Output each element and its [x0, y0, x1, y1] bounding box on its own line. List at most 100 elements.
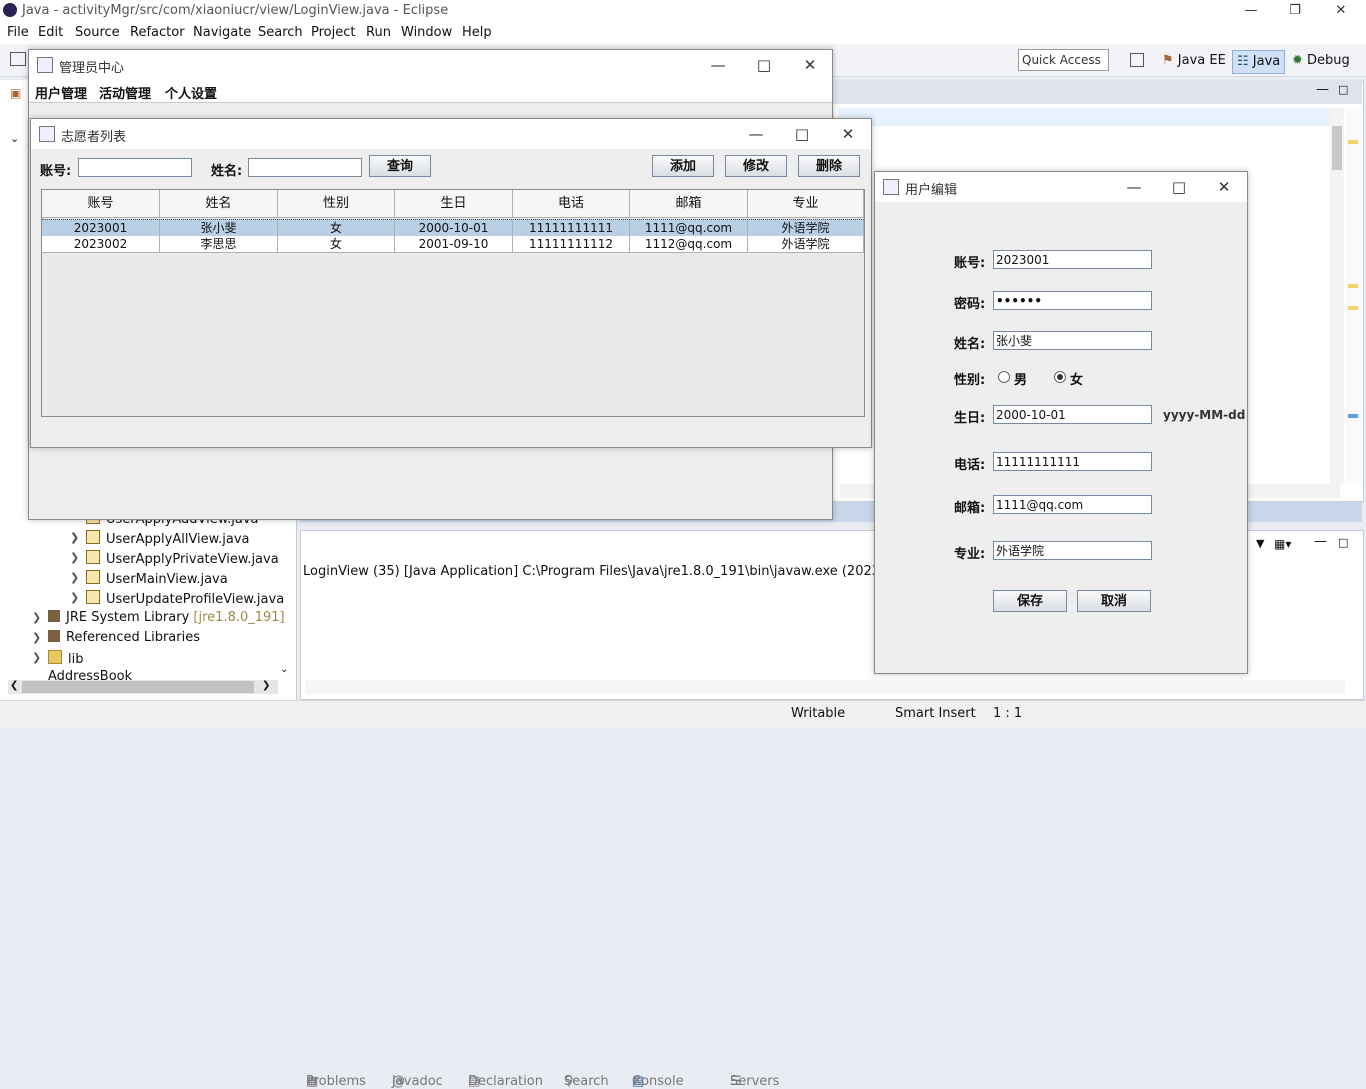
- column-header[interactable]: 电话: [513, 190, 630, 218]
- scroll-left-icon[interactable]: ❮: [10, 680, 18, 691]
- minimize-view-icon[interactable]: —: [1316, 82, 1329, 97]
- tree-expand-icon[interactable]: ❯: [32, 651, 41, 664]
- open-console-icon[interactable]: ▦▾: [1274, 537, 1291, 551]
- tree-referenced-libraries[interactable]: Referenced Libraries: [48, 630, 200, 645]
- close-button[interactable]: ✕: [825, 119, 871, 149]
- maximize-button[interactable]: □: [779, 119, 825, 149]
- quick-access-input[interactable]: Quick Access: [1018, 49, 1109, 71]
- minimize-button[interactable]: —: [1111, 172, 1157, 202]
- tree-expand-icon[interactable]: ❯: [32, 631, 41, 644]
- maximize-view-icon[interactable]: □: [1338, 536, 1348, 549]
- close-button[interactable]: ✕: [787, 50, 833, 80]
- collapse-chevron-icon[interactable]: ⌄: [10, 132, 19, 145]
- menu-help[interactable]: Help: [462, 25, 492, 40]
- save-button[interactable]: 保存: [993, 590, 1067, 612]
- tree-expand-icon[interactable]: ❯: [32, 611, 41, 624]
- add-button[interactable]: 添加: [652, 155, 714, 177]
- occurrence-marker[interactable]: [1348, 414, 1358, 418]
- menu-edit[interactable]: Edit: [38, 25, 63, 40]
- tree-lib-folder[interactable]: lib: [48, 650, 83, 667]
- scroll-right-icon[interactable]: ❯: [262, 680, 270, 691]
- column-header[interactable]: 账号: [42, 190, 160, 218]
- scroll-down-icon[interactable]: ⌄: [280, 664, 288, 675]
- menu-run[interactable]: Run: [366, 25, 391, 40]
- menu-refactor[interactable]: Refactor: [130, 25, 185, 40]
- gender-female-radio[interactable]: [1054, 371, 1066, 383]
- minimize-button[interactable]: —: [695, 50, 741, 80]
- menu-activity-management[interactable]: 活动管理: [99, 83, 151, 102]
- new-icon[interactable]: [10, 52, 26, 66]
- tree-expand-icon[interactable]: ❯: [70, 571, 79, 584]
- tab-label: Javadoc: [392, 1074, 443, 1089]
- perspective-java-ee[interactable]: ⚑ Java EE: [1158, 50, 1230, 72]
- table-row[interactable]: 2023002 李思思 女 2001-09-10 11111111112 111…: [42, 236, 864, 253]
- major-field[interactable]: 外语学院: [993, 541, 1152, 560]
- query-button[interactable]: 查询: [369, 155, 431, 177]
- name-field[interactable]: 张小斐: [993, 331, 1152, 350]
- edit-window-titlebar[interactable]: 用户编辑 — □ ✕: [875, 172, 1247, 202]
- menu-file[interactable]: File: [7, 25, 29, 40]
- gender-male-label[interactable]: 男: [1014, 369, 1027, 388]
- column-header[interactable]: 姓名: [160, 190, 278, 218]
- minimize-button[interactable]: —: [733, 119, 779, 149]
- delete-button[interactable]: 删除: [798, 155, 860, 177]
- account-field[interactable]: 2023001: [993, 250, 1152, 269]
- console-horizontal-scrollbar[interactable]: [305, 680, 1345, 694]
- table-row[interactable]: 2023001 张小斐 女 2000-10-01 11111111111 111…: [42, 219, 864, 237]
- close-button[interactable]: ✕: [1201, 172, 1247, 202]
- column-header[interactable]: 生日: [395, 190, 513, 218]
- phone-field[interactable]: 11111111111: [993, 452, 1152, 471]
- perspective-debug[interactable]: ✹ Debug: [1288, 50, 1354, 72]
- gender-male-radio[interactable]: [998, 371, 1010, 383]
- cancel-button[interactable]: 取消: [1077, 590, 1151, 612]
- tree-expand-icon[interactable]: ❯: [70, 531, 79, 544]
- close-tab-icon[interactable]: ✕: [632, 1074, 641, 1087]
- package-explorer-scrollbar[interactable]: [8, 680, 278, 694]
- tree-jre-library[interactable]: JRE System Library [jre1.8.0_191]: [48, 610, 285, 625]
- tree-project-address-book[interactable]: AddressBook: [48, 669, 132, 680]
- menu-navigate[interactable]: Navigate: [193, 25, 251, 40]
- dropdown-chevron-icon[interactable]: ▼: [1256, 537, 1264, 550]
- phone-label: 电话:: [954, 458, 986, 473]
- restore-button[interactable]: ❐: [1272, 0, 1318, 22]
- volunteer-window-titlebar[interactable]: 志愿者列表 — □ ✕: [31, 119, 871, 149]
- tree-file-item[interactable]: UserApplyPrivateView.java: [86, 550, 279, 567]
- menu-source[interactable]: Source: [75, 25, 120, 40]
- password-field[interactable]: ••••••: [993, 291, 1152, 310]
- gender-female-label[interactable]: 女: [1070, 369, 1083, 388]
- warning-marker[interactable]: [1348, 140, 1358, 144]
- tree-expand-icon[interactable]: ❯: [70, 591, 79, 604]
- tree-expand-icon[interactable]: ❯: [70, 551, 79, 564]
- menu-window[interactable]: Window: [401, 25, 452, 40]
- close-button[interactable]: ✕: [1318, 0, 1364, 22]
- column-header[interactable]: 性别: [278, 190, 395, 218]
- minimize-view-icon[interactable]: —: [1314, 534, 1327, 549]
- column-header[interactable]: 专业: [748, 190, 864, 218]
- scrollbar-thumb[interactable]: [1332, 126, 1342, 170]
- perspective-java[interactable]: ☷ Java: [1232, 50, 1286, 74]
- warning-marker[interactable]: [1348, 284, 1358, 288]
- maximize-button[interactable]: □: [741, 50, 787, 80]
- birthday-field[interactable]: 2000-10-01: [993, 405, 1152, 424]
- menu-personal-settings[interactable]: 个人设置: [165, 83, 217, 102]
- maximize-view-icon[interactable]: □: [1338, 83, 1348, 96]
- email-field[interactable]: 1111@qq.com: [993, 495, 1152, 514]
- edit-button[interactable]: 修改: [725, 155, 787, 177]
- name-search-input[interactable]: [248, 158, 362, 177]
- warning-marker[interactable]: [1348, 306, 1358, 310]
- tree-file-item[interactable]: UserMainView.java: [86, 570, 228, 587]
- scrollbar-thumb[interactable]: [22, 681, 254, 693]
- tree-file-item[interactable]: UserApplyAllView.java: [86, 530, 249, 547]
- maximize-button[interactable]: □: [1156, 172, 1202, 202]
- email-label: 邮箱:: [954, 501, 986, 516]
- open-perspective-icon[interactable]: [1130, 53, 1144, 67]
- tree-file-item[interactable]: UserUpdateProfileView.java: [86, 590, 284, 607]
- menu-search[interactable]: Search: [258, 25, 303, 40]
- menu-user-management[interactable]: 用户管理: [35, 83, 87, 102]
- admin-window-titlebar[interactable]: 管理员中心 — □ ✕: [29, 50, 832, 80]
- menu-project[interactable]: Project: [311, 25, 355, 40]
- editor-vertical-scrollbar[interactable]: [1330, 108, 1344, 484]
- minimize-button[interactable]: —: [1228, 0, 1274, 22]
- column-header[interactable]: 邮箱: [630, 190, 748, 218]
- account-search-input[interactable]: [78, 158, 192, 177]
